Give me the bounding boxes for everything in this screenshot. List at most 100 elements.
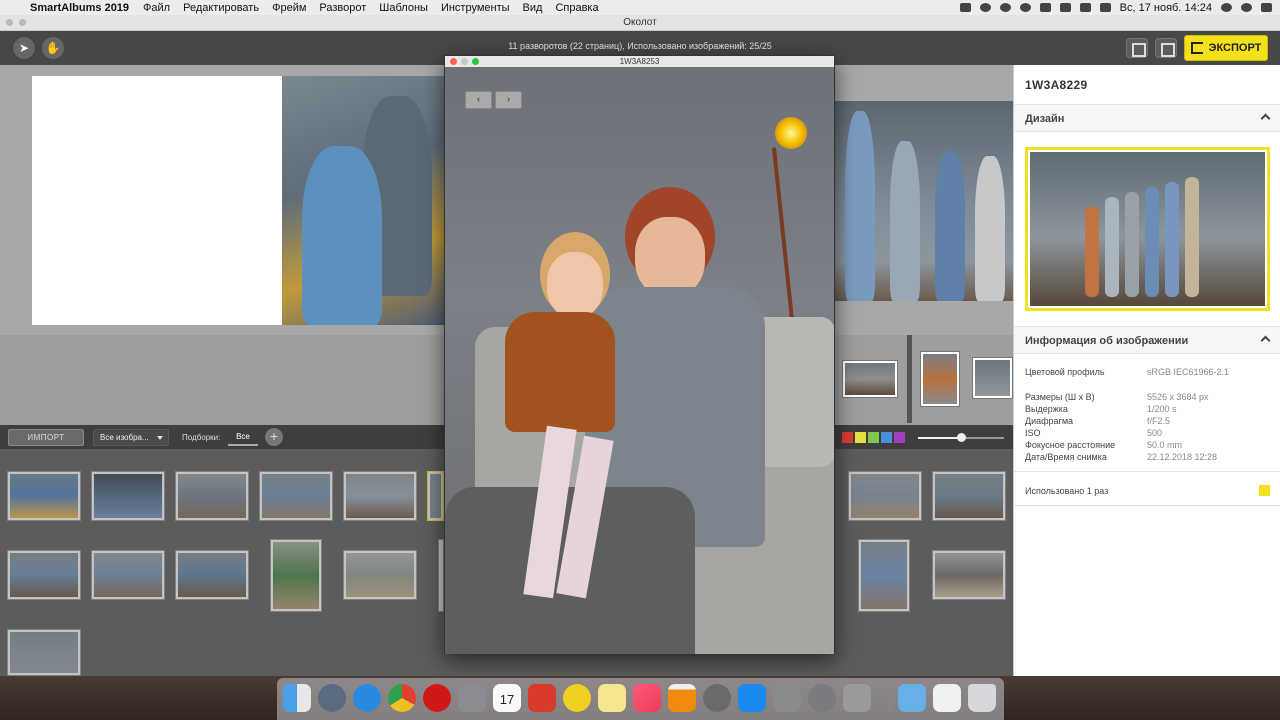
spotlight-icon[interactable] [1221,3,1232,12]
menu-tools[interactable]: Инструменты [441,2,510,14]
creative-cloud-icon[interactable] [979,3,991,12]
library-thumbnail-selected[interactable] [427,471,444,521]
library-thumbnail[interactable] [270,539,322,612]
preview-icon[interactable] [843,684,871,712]
menu-frame[interactable]: Фрейм [272,2,306,14]
siri-icon[interactable] [1241,3,1252,12]
vpn-icon[interactable] [999,3,1011,12]
slider-knob[interactable] [957,433,966,442]
rocket-icon[interactable] [458,684,486,712]
single-view-button[interactable] [1126,38,1148,58]
dock: 17 [277,678,1004,720]
screenshot-icon[interactable] [933,684,961,712]
window-close-button[interactable] [6,19,13,26]
spread-thumbnail[interactable] [842,360,898,398]
selected-image-name: 1W3A8229 [1025,78,1088,92]
left-page[interactable] [32,76,282,325]
time-machine-icon[interactable] [1019,3,1031,12]
panel-view-button[interactable] [1155,38,1177,58]
window-minimize-button[interactable] [19,19,26,26]
trash-icon[interactable] [968,684,996,712]
design-preview-image [1030,152,1265,306]
library-thumbnail[interactable] [91,550,165,600]
import-button[interactable]: ИМПОРТ [8,429,84,446]
export-label: ЭКСПОРТ [1208,42,1262,54]
photo-slideshow-icon[interactable] [703,684,731,712]
dock-separator [889,686,890,712]
menu-help[interactable]: Справка [555,2,598,14]
safari-icon[interactable] [353,684,381,712]
menu-edit[interactable]: Редактировать [183,2,259,14]
screen-mirror-icon[interactable] [959,3,971,12]
preview-zoom-button[interactable] [472,58,479,65]
app-menu[interactable]: SmartAlbums 2019 [30,2,129,14]
library-thumbnail[interactable] [858,539,910,612]
preview-prev-button[interactable]: ‹ [465,91,492,109]
library-thumbnail[interactable] [932,550,1006,600]
green-label-filter[interactable] [868,432,879,443]
thumbnail-size-slider[interactable] [918,433,1004,442]
chevron-up-icon [1260,113,1271,124]
menu-spread[interactable]: Разворот [319,2,366,14]
image-filter-select[interactable]: Все изобра... [93,429,169,446]
notes-icon[interactable] [598,684,626,712]
library-thumbnail[interactable] [7,471,81,521]
bluetooth-icon[interactable] [1039,3,1051,12]
image-preview-window[interactable]: 1W3A8253 ‹ › [444,55,835,654]
menu-templates[interactable]: Шаблоны [379,2,428,14]
library-thumbnail[interactable] [7,629,81,676]
library-thumbnail[interactable] [848,471,922,521]
library-thumbnail[interactable] [343,471,417,521]
spread-photo-boys[interactable] [835,101,1013,301]
notification-center-icon[interactable] [1261,3,1272,12]
app-store-icon[interactable] [738,684,766,712]
presentation-icon[interactable] [528,684,556,712]
launchpad-icon[interactable] [318,684,346,712]
calendar-icon[interactable]: 17 [493,684,521,712]
design-preview[interactable] [1025,147,1270,311]
wifi-icon[interactable] [1059,3,1071,12]
info-label-datetime: Дата/Время снимка [1025,452,1107,462]
library-thumbnail[interactable] [175,550,249,600]
menubar-clock[interactable]: Вс, 17 нояб. 14:24 [1120,2,1212,14]
red-label-filter[interactable] [842,432,853,443]
keyboard-layout-icon[interactable] [1079,3,1091,12]
library-thumbnail[interactable] [7,550,81,600]
smartalbums-icon[interactable] [563,684,591,712]
preview-close-button[interactable] [450,58,457,65]
chrome-icon[interactable] [388,684,416,712]
opera-icon[interactable] [423,684,451,712]
design-section-header[interactable]: Дизайн [1014,104,1280,132]
preview-next-button[interactable]: › [495,91,522,109]
library-thumbnail[interactable] [343,550,417,600]
battery-icon[interactable] [1099,3,1111,12]
spread-photo-father-son[interactable] [282,76,452,325]
tab-all[interactable]: Все [228,429,258,446]
spread-thumbnail[interactable] [972,357,1013,399]
preview-title: 1W3A8253 [619,57,660,66]
image-info-section-header[interactable]: Информация об изображении [1014,326,1280,354]
menu-file[interactable]: Файл [143,2,170,14]
library-thumbnail[interactable] [259,471,333,521]
menu-bar: SmartAlbums 2019 Файл Редактировать Фрей… [0,0,1280,15]
library-thumbnail[interactable] [175,471,249,521]
yellow-label-filter[interactable] [855,432,866,443]
downloads-folder-icon[interactable] [898,684,926,712]
calculator-icon[interactable] [773,684,801,712]
finder-icon[interactable] [283,684,311,712]
preview-minimize-button[interactable] [461,58,468,65]
blue-label-filter[interactable] [881,432,892,443]
menu-view[interactable]: Вид [523,2,543,14]
vlc-icon[interactable] [668,684,696,712]
color-label-filters [842,432,905,443]
system-preferences-icon[interactable] [808,684,836,712]
add-collection-button[interactable]: + [265,428,283,446]
spread-thumbnail[interactable] [920,351,960,407]
purple-label-filter[interactable] [894,432,905,443]
navigator-divider [907,335,912,423]
album-info: 11 разворотов (22 страниц), Использовано… [508,41,772,51]
library-thumbnail[interactable] [91,471,165,521]
music-icon[interactable] [633,684,661,712]
export-button[interactable]: ЭКСПОРТ [1184,35,1268,61]
library-thumbnail[interactable] [932,471,1006,521]
